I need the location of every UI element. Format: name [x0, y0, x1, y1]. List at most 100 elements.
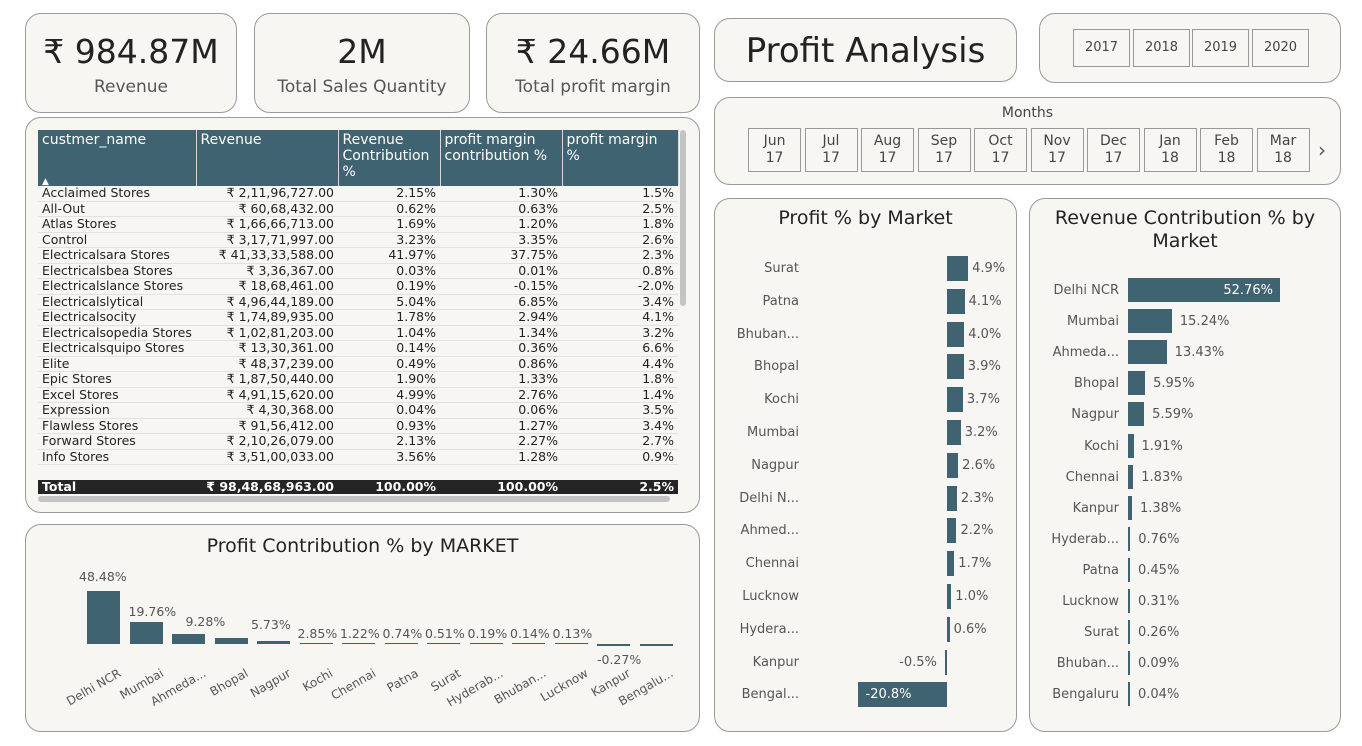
bar[interactable] [1128, 620, 1130, 645]
bar-value-label: -0.5% [899, 654, 937, 670]
bar[interactable] [1128, 495, 1132, 520]
table-row[interactable]: Control ₹ 3,17,71,997.00 3.23% 3.35% 2.6% [38, 232, 678, 248]
bar[interactable] [257, 640, 290, 644]
bar[interactable] [947, 387, 963, 413]
bar[interactable] [1128, 371, 1146, 396]
bar[interactable] [947, 420, 961, 445]
bar[interactable] [947, 452, 959, 478]
month-button[interactable]: Jan 18 [1143, 128, 1197, 172]
bar[interactable] [512, 642, 545, 644]
month-button[interactable]: Sep 17 [917, 128, 971, 172]
profit-margin-cell: 1.5% [562, 185, 678, 202]
sort-up-icon[interactable]: ▲ [42, 174, 49, 190]
table-row[interactable]: Electricalslance Stores ₹ 18,68,461.00 0.1… [38, 278, 678, 295]
table-row[interactable]: Excel Stores ₹ 4,91,15,620.00 4.99% 2.76% 1.… [38, 387, 678, 403]
year-button-2017[interactable]: 2017 [1073, 29, 1130, 67]
bar[interactable] [1128, 526, 1131, 551]
month-slicer-title: Months [1001, 105, 1054, 121]
month-button[interactable]: Oct 17 [974, 128, 1027, 172]
bar[interactable] [947, 518, 957, 544]
revenue-cell: ₹ 91,56,412.00 [196, 418, 338, 434]
bar[interactable] [554, 642, 588, 644]
bar[interactable] [384, 642, 418, 644]
table-row[interactable]: Electricalsbea Stores ₹ 3,36,367.00 0.03% 0… [38, 263, 678, 279]
year-button-2018[interactable]: 2018 [1133, 29, 1190, 67]
bar[interactable] [947, 256, 969, 281]
table-row[interactable]: Forward Stores ₹ 2,10,26,079.00 2.13% 2.27%… [38, 433, 678, 450]
year-button-2020[interactable]: 2020 [1252, 29, 1309, 67]
month-button[interactable]: Feb 18 [1200, 128, 1253, 172]
table-row[interactable]: Electricalsopedia Stores ₹ 1,02,81,203.00… [38, 325, 678, 341]
vertical-scrollbar[interactable] [680, 130, 686, 306]
table-row[interactable]: Electricalsara Stores ₹ 41,33,33,588.00 41… [38, 247, 678, 264]
bar[interactable] [427, 642, 460, 644]
bar[interactable] [1128, 651, 1130, 676]
bar[interactable] [1128, 433, 1134, 458]
month-button[interactable]: Mar 18 [1256, 128, 1310, 172]
horizontal-scrollbar[interactable] [38, 496, 670, 502]
profit-contribution-chart: 48.48% Delhi NCR 19.76% Mumbai Ahmeda... 9.28… [26, 525, 701, 733]
bar[interactable] [1128, 402, 1145, 427]
column-header[interactable]: profit margin % [562, 130, 679, 186]
month-year: 17 [1048, 150, 1066, 166]
column-header[interactable]: profit margin contribution % [440, 130, 563, 186]
bar[interactable] [1128, 340, 1167, 365]
table-row[interactable]: Electricalslytical ₹ 4,96,44,189.00 5.04% 6… [38, 294, 678, 310]
bar[interactable] [947, 584, 952, 609]
table-row[interactable]: Electricalsquipo Stores ₹ 13,30,361.00 0.1… [38, 340, 678, 357]
kpi-label: Revenue [93, 77, 169, 97]
bar[interactable] [639, 644, 673, 646]
bar[interactable] [1128, 557, 1130, 582]
month-button[interactable]: Jun 17 [748, 128, 801, 172]
bar[interactable] [172, 633, 205, 644]
column-header[interactable]: custmer_name ▲ [38, 130, 197, 187]
bar-value-label: 19.76% [128, 604, 177, 620]
table-row[interactable]: All-Out ₹ 60,68,432.00 0.62% 0.63% 2.5% [38, 201, 678, 217]
customer-name: Acclaimed Stores [38, 185, 196, 202]
column-header[interactable]: Revenue [196, 130, 339, 186]
kpi-value: 2M [337, 32, 387, 71]
year-button-2019[interactable]: 2019 [1192, 29, 1249, 67]
table-row[interactable]: Epic Stores ₹ 1,87,50,440.00 1.90% 1.33% 1.8… [38, 371, 678, 388]
bar[interactable] [947, 288, 965, 314]
month-button[interactable]: Aug 17 [861, 128, 914, 172]
category-label: Lucknow [1062, 594, 1119, 609]
table-row[interactable]: Acclaimed Stores ₹ 2,11,96,727.00 2.15% 1.3… [38, 185, 678, 202]
category-label: Nagpur [1071, 407, 1119, 423]
bar[interactable] [1128, 682, 1130, 707]
column-header[interactable]: Revenue Contribution % [338, 130, 441, 186]
table-row[interactable]: Info Stores ₹ 3,51,00,033.00 3.56% 1.28% 0.9… [38, 449, 678, 465]
customer-name: Electricalslance Stores [38, 278, 196, 295]
category-label: Delhi N... [739, 490, 799, 506]
bar[interactable] [469, 642, 503, 644]
bar[interactable] [342, 642, 375, 644]
bar[interactable] [947, 485, 957, 511]
bar[interactable] [597, 644, 630, 646]
chevron-right-icon[interactable]: › [1318, 138, 1326, 162]
category-label: Kochi [1084, 438, 1119, 454]
bar[interactable] [947, 551, 955, 577]
month-button[interactable]: Jul 17 [804, 128, 858, 172]
month-button[interactable]: Nov 17 [1030, 128, 1084, 172]
profit-margin-cell: 3.2% [562, 325, 678, 341]
table-row[interactable]: Atlas Stores ₹ 1,66,66,713.00 1.69% 1.20% 1.… [38, 216, 678, 233]
bar[interactable] [1128, 464, 1134, 489]
bar[interactable] [1128, 589, 1130, 613]
bar[interactable] [1128, 309, 1172, 334]
category-label: Mumbai [1067, 314, 1119, 330]
revenue-contribution-chart-card: Revenue Contribution % by Market Delhi N… [1029, 198, 1341, 732]
table-row[interactable]: Elite ₹ 48,37,239.00 0.49% 0.86% 4.4% [38, 356, 678, 372]
bar[interactable] [129, 622, 163, 644]
bar[interactable] [947, 354, 964, 380]
month-button[interactable]: Dec 17 [1087, 128, 1140, 172]
bar[interactable] [947, 616, 950, 642]
table-row[interactable]: Flawless Stores ₹ 91,56,412.00 0.93% 1.27% 3… [38, 418, 678, 434]
kpi-label: Total profit margin [515, 77, 671, 97]
bar[interactable] [87, 591, 120, 644]
bar[interactable] [944, 649, 947, 675]
bar[interactable] [299, 642, 333, 644]
bar[interactable] [214, 637, 248, 644]
bar[interactable] [947, 321, 965, 347]
table-row[interactable]: Expression ₹ 4,30,368.00 0.04% 0.06% 3.5% [38, 402, 678, 419]
table-row[interactable]: Electricalsocity ₹ 1,74,89,935.00 1.78% 2.9… [38, 309, 678, 326]
